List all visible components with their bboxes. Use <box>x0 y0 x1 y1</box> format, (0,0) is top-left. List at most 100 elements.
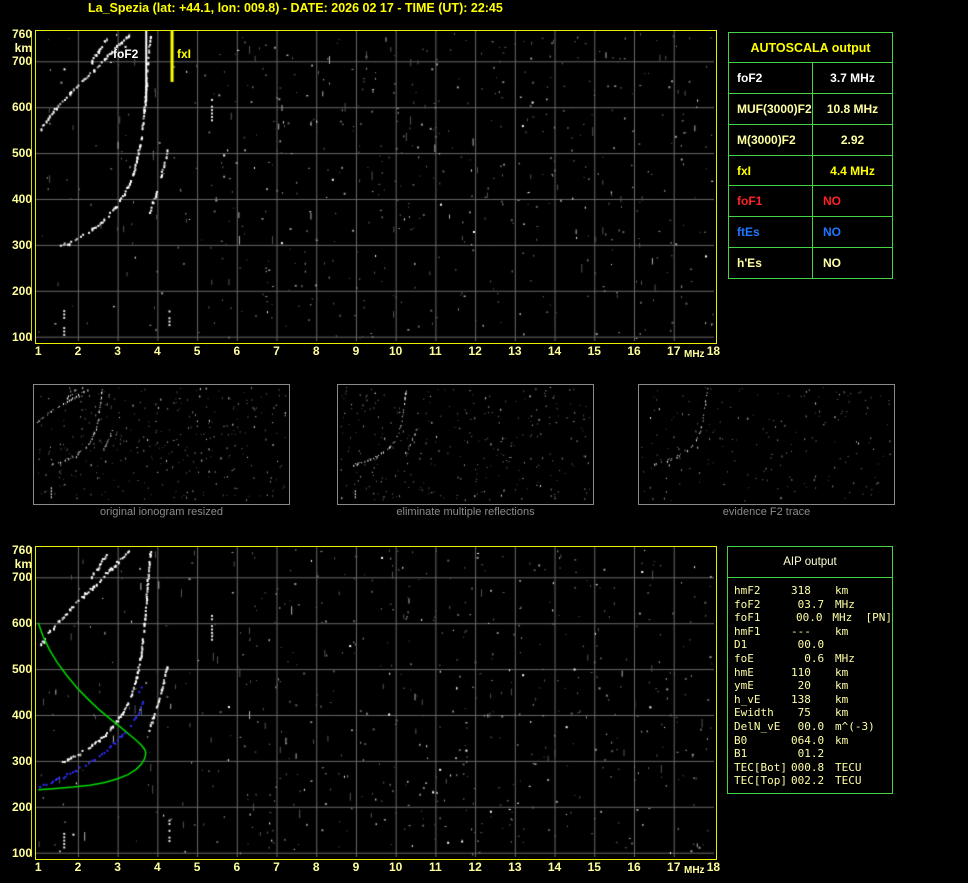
x-tick-label: 16 <box>623 860 645 874</box>
x-tick-label: 18 <box>702 860 724 874</box>
bottom-ionogram-canvas <box>36 547 714 857</box>
y-tick-label: 200 <box>2 800 32 814</box>
x-tick-label: 14 <box>544 344 566 358</box>
parameter-value: NO <box>813 186 892 216</box>
x-tick-label: 12 <box>464 860 486 874</box>
aip-parameter-unit: km <box>835 666 848 680</box>
y-tick-label: 500 <box>2 662 32 676</box>
x-tick-label: 5 <box>186 860 208 874</box>
y-axis-unit: km <box>2 557 32 571</box>
x-tick-label: 17 <box>663 344 685 358</box>
x-tick-label: 7 <box>266 860 288 874</box>
aip-parameter-name: B0 <box>734 734 791 748</box>
parameter-name: h'Es <box>729 248 813 278</box>
aip-parameter-unit: MHz <box>835 652 855 666</box>
autoscala-row-hes: h'EsNO <box>729 247 892 278</box>
aip-parameter-unit: m^(-3) <box>835 720 875 734</box>
thumbnail-eliminate-reflections <box>337 384 594 505</box>
aip-parameter-value: 00.0 <box>791 720 827 734</box>
x-tick-label: 1 <box>27 344 49 358</box>
x-tick-label: 6 <box>226 344 248 358</box>
fof2-annotation: foF2 <box>113 47 138 61</box>
aip-row-hme: hmE110 km <box>734 666 892 680</box>
x-tick-label: 9 <box>345 860 367 874</box>
top-ionogram-canvas <box>36 31 714 341</box>
x-tick-label: 10 <box>385 344 407 358</box>
y-tick-label: 600 <box>2 616 32 630</box>
aip-table-rows: hmF2318kmfoF2 03.7MHzfoF1 00.0MHz [PN]hm… <box>728 578 892 788</box>
aip-output-table: AIP output hmF2318kmfoF2 03.7MHzfoF1 00.… <box>727 546 893 794</box>
y-tick-label: 500 <box>2 146 32 160</box>
aip-parameter-value: --- <box>791 625 827 639</box>
x-tick-label: 11 <box>424 860 446 874</box>
autoscala-table-rows: foF23.7 MHzMUF(3000)F210.8 MHzM(3000)F22… <box>729 63 892 278</box>
aip-parameter-value: 002.2 <box>791 774 827 788</box>
aip-parameter-name: Ewidth <box>734 706 791 720</box>
parameter-name: foF1 <box>729 186 813 216</box>
x-tick-label: 6 <box>226 860 248 874</box>
aip-parameter-name: D1 <box>734 638 791 652</box>
aip-parameter-value: 0.6 <box>791 652 827 666</box>
parameter-value: 4.4 MHz <box>813 156 892 186</box>
x-tick-label: 3 <box>107 860 129 874</box>
aip-parameter-name: hmE <box>734 666 791 680</box>
aip-parameter-value: 110 <box>791 666 827 680</box>
y-tick-label: 760 <box>2 27 32 41</box>
aip-parameter-unit: TECU <box>835 761 862 775</box>
autoscala-row-fof2: foF23.7 MHz <box>729 63 892 93</box>
parameter-name: MUF(3000)F2 <box>729 94 813 124</box>
y-tick-label: 200 <box>2 284 32 298</box>
aip-parameter-unit: MHz <box>835 598 855 612</box>
y-tick-label: 300 <box>2 754 32 768</box>
aip-parameter-value: 000.8 <box>791 761 827 775</box>
aip-parameter-value: 138 <box>791 693 827 707</box>
aip-parameter-unit: km <box>835 679 848 693</box>
aip-parameter-value: 318 <box>791 584 827 598</box>
aip-row-d1: D1 00.0 <box>734 638 892 652</box>
autoscala-row-fxi: fxI4.4 MHz <box>729 155 892 186</box>
x-tick-label: 1 <box>27 860 49 874</box>
x-tick-label: 8 <box>305 344 327 358</box>
aip-parameter-name: B1 <box>734 747 791 761</box>
autoscala-row-fof1: foF1NO <box>729 185 892 216</box>
thumbnail-caption-eliminate: eliminate multiple reflections <box>337 506 594 518</box>
y-tick-label: 100 <box>2 846 32 860</box>
top-ionogram-plot: foF2 fxI <box>35 30 717 344</box>
x-tick-label: 13 <box>504 344 526 358</box>
aip-row-b1: B1 01.2 <box>734 747 892 761</box>
x-tick-label: 16 <box>623 344 645 358</box>
y-tick-label: 600 <box>2 100 32 114</box>
thumbnail-original-canvas <box>34 385 287 502</box>
parameter-value: 3.7 MHz <box>813 63 892 93</box>
aip-parameter-name: foF2 <box>734 598 791 612</box>
y-tick-label: 400 <box>2 192 32 206</box>
aip-parameter-name: TEC[Top] <box>734 774 791 788</box>
aip-row-fof1: foF1 00.0MHz [PN] <box>734 611 892 625</box>
x-tick-label: 4 <box>146 344 168 358</box>
x-tick-label: 2 <box>67 860 89 874</box>
aip-parameter-unit: km <box>835 625 848 639</box>
aip-parameter-unit: MHz [PN] <box>832 611 892 625</box>
aip-parameter-unit: km <box>835 693 848 707</box>
aip-parameter-unit: km <box>835 734 848 748</box>
autoscala-row-m3000f2: M(3000)F22.92 <box>729 124 892 155</box>
thumbnail-evidence-f2 <box>638 384 895 505</box>
aip-parameter-value: 75 <box>791 706 827 720</box>
autoscala-row-ftes: ftEsNO <box>729 216 892 247</box>
aip-row-hve: h_vE138km <box>734 693 892 707</box>
aip-parameter-value: 00.0 <box>789 611 824 625</box>
y-tick-label: 300 <box>2 238 32 252</box>
aip-parameter-name: ymE <box>734 679 791 693</box>
autoscala-row-muf3000f2: MUF(3000)F210.8 MHz <box>729 93 892 124</box>
top-x-axis-unit: MHz <box>684 349 705 360</box>
aip-parameter-unit: TECU <box>835 774 862 788</box>
aip-parameter-value: 064.0 <box>791 734 827 748</box>
x-tick-label: 10 <box>385 860 407 874</box>
aip-parameter-value: 03.7 <box>791 598 827 612</box>
parameter-name: ftEs <box>729 217 813 247</box>
y-tick-label: 100 <box>2 330 32 344</box>
y-tick-label: 700 <box>2 54 32 68</box>
y-axis-unit: km <box>2 41 32 55</box>
x-tick-label: 3 <box>107 344 129 358</box>
aip-row-fof2: foF2 03.7 MHz <box>734 598 892 612</box>
